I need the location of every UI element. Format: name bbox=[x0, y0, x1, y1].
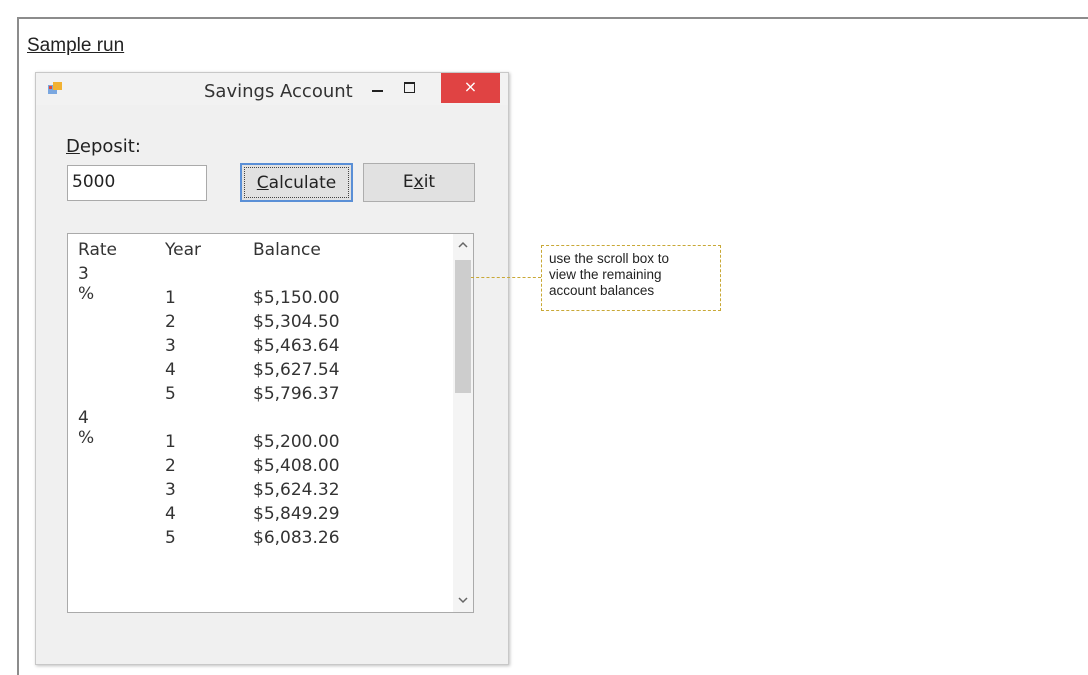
year-cell: 2 bbox=[165, 312, 176, 332]
balance-cell: $5,627.54 bbox=[253, 360, 340, 380]
header-rate: Rate bbox=[78, 240, 117, 260]
close-glyph: × bbox=[463, 77, 478, 96]
maximize-icon[interactable] bbox=[396, 73, 424, 103]
header-year: Year bbox=[165, 240, 201, 260]
rate-cell: 3 % bbox=[78, 264, 95, 304]
year-cell: 3 bbox=[165, 336, 176, 356]
minimize-icon[interactable] bbox=[364, 73, 392, 103]
year-cell: 1 bbox=[165, 288, 176, 308]
balance-cell: $5,624.32 bbox=[253, 480, 340, 500]
balance-cell: $5,150.00 bbox=[253, 288, 340, 308]
calculate-button[interactable]: Calculate bbox=[240, 163, 353, 202]
focus-rectangle bbox=[244, 167, 349, 198]
exit-access-key: x bbox=[413, 172, 424, 192]
deposit-access-key: D bbox=[66, 136, 80, 157]
exit-label-end: it bbox=[423, 172, 436, 192]
app-icon bbox=[48, 82, 62, 94]
header-balance: Balance bbox=[253, 240, 321, 260]
balance-cell: $5,849.29 bbox=[253, 504, 340, 524]
scroll-box[interactable] bbox=[455, 260, 471, 393]
scroll-down-arrow-icon[interactable] bbox=[453, 590, 473, 612]
title-bar[interactable]: Savings Account × bbox=[36, 73, 508, 105]
vertical-scrollbar[interactable] bbox=[453, 234, 473, 612]
savings-account-window: Savings Account × Deposit: 5000 Calculat… bbox=[35, 72, 509, 665]
window-title: Savings Account bbox=[204, 81, 353, 102]
balances-list[interactable]: Rate Year Balance 3 % 1 $5,150.00 2 $5,304… bbox=[67, 233, 474, 613]
callout-line: account balances bbox=[549, 283, 655, 298]
callout-line: view the remaining bbox=[549, 267, 662, 282]
scroll-up-arrow-icon[interactable] bbox=[453, 234, 473, 256]
balance-cell: $6,083.26 bbox=[253, 528, 340, 548]
exit-label-start: E bbox=[402, 172, 414, 192]
callout-line: use the scroll box to bbox=[549, 251, 670, 266]
year-cell: 4 bbox=[165, 360, 176, 380]
deposit-label: Deposit: bbox=[66, 136, 141, 157]
balance-cell: $5,796.37 bbox=[253, 384, 340, 404]
close-icon[interactable]: × bbox=[441, 73, 500, 103]
year-cell: 4 bbox=[165, 504, 176, 524]
deposit-label-text: eposit: bbox=[79, 136, 141, 157]
balance-cell: $5,304.50 bbox=[253, 312, 340, 332]
figure-caption: Sample run bbox=[27, 35, 125, 56]
year-cell: 5 bbox=[165, 528, 176, 548]
exit-button[interactable]: Exit bbox=[363, 163, 475, 202]
callout-note: use the scroll box to view the remaining… bbox=[541, 245, 721, 311]
year-cell: 2 bbox=[165, 456, 176, 476]
callout-leader-line bbox=[471, 277, 541, 278]
deposit-input[interactable]: 5000 bbox=[67, 165, 207, 201]
balance-cell: $5,408.00 bbox=[253, 456, 340, 476]
year-cell: 1 bbox=[165, 432, 176, 452]
year-cell: 3 bbox=[165, 480, 176, 500]
balance-cell: $5,463.64 bbox=[253, 336, 340, 356]
balance-cell: $5,200.00 bbox=[253, 432, 340, 452]
year-cell: 5 bbox=[165, 384, 176, 404]
rate-cell: 4 % bbox=[78, 408, 95, 448]
